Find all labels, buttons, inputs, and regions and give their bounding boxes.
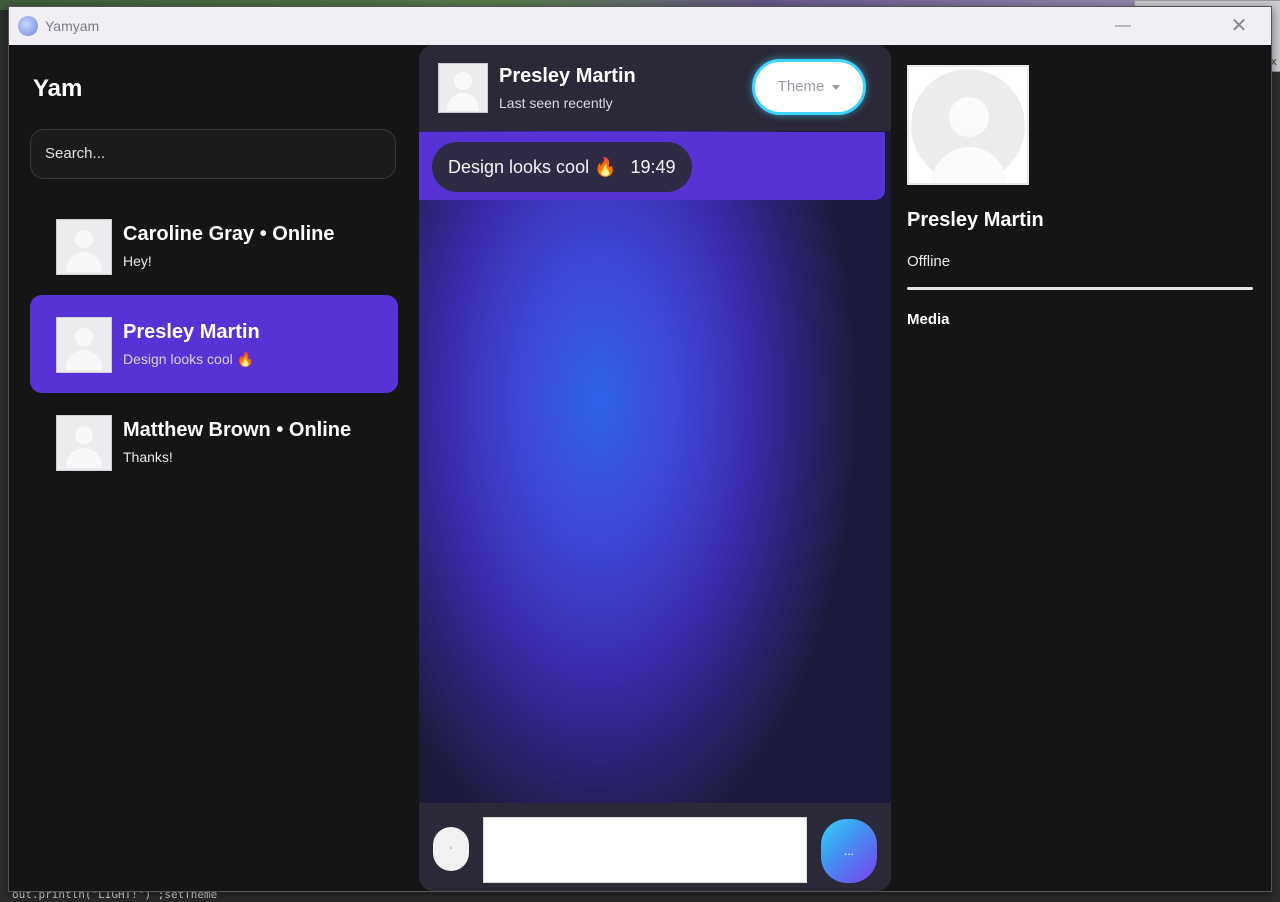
- profile-panel: Presley Martin Offline Media: [891, 45, 1271, 891]
- message-text: Design looks cool 🔥: [448, 157, 617, 177]
- contact-item-presley-martin[interactable]: Presley Martin Design looks cool 🔥: [30, 295, 398, 393]
- send-button[interactable]: ...: [821, 819, 877, 883]
- close-button[interactable]: ✕: [1219, 15, 1259, 37]
- contact-name: Matthew Brown • Online: [123, 419, 352, 441]
- app-brand: Yam: [33, 75, 83, 102]
- message-input[interactable]: [483, 817, 807, 883]
- message-time: 19:49: [630, 157, 676, 177]
- window-title: Yamyam: [45, 18, 100, 34]
- message-bubble[interactable]: Design looks cool 🔥 19:49: [432, 142, 692, 192]
- contact-preview: Thanks!: [123, 449, 173, 465]
- media-section-label[interactable]: Media: [907, 311, 950, 328]
- attach-icon[interactable]: ◦: [433, 827, 469, 871]
- app-window: Yamyam — ✕ Yam Search... Caroline Gray •…: [8, 6, 1272, 892]
- search-input[interactable]: Search...: [30, 129, 396, 179]
- contact-item-caroline-gray[interactable]: Caroline Gray • Online Hey!: [30, 197, 398, 295]
- chat-panel: Presley Martin Last seen recently Theme …: [419, 45, 891, 891]
- profile-name: Presley Martin: [907, 209, 1044, 231]
- theme-label: Theme: [777, 78, 825, 95]
- chat-contact-status: Last seen recently: [499, 95, 613, 111]
- chat-contact-name: Presley Martin: [499, 65, 636, 87]
- profile-divider: [907, 287, 1253, 290]
- yamyam-app-icon: [18, 16, 38, 36]
- contact-preview: Design looks cool 🔥: [123, 351, 255, 367]
- title-bar[interactable]: Yamyam — ✕: [9, 7, 1271, 45]
- contacts-sidebar: Yam Search... Caroline Gray • Online Hey…: [9, 45, 419, 891]
- minimize-button[interactable]: —: [1103, 15, 1143, 37]
- chevron-down-icon: [832, 84, 841, 90]
- avatar: [56, 415, 112, 471]
- contact-name: Presley Martin: [123, 321, 260, 343]
- contact-item-matthew-brown[interactable]: Matthew Brown • Online Thanks!: [30, 393, 398, 491]
- avatar: [56, 219, 112, 275]
- contact-preview: Hey!: [123, 253, 152, 269]
- avatar: [56, 317, 112, 373]
- profile-avatar: [907, 65, 1029, 185]
- chat-header: Presley Martin Last seen recently Theme: [419, 45, 891, 131]
- contact-name: Caroline Gray • Online: [123, 223, 335, 245]
- message-composer: ◦ ...: [419, 803, 891, 891]
- theme-dropdown[interactable]: Theme: [752, 59, 866, 115]
- profile-status: Offline: [907, 253, 951, 270]
- avatar[interactable]: [438, 63, 488, 113]
